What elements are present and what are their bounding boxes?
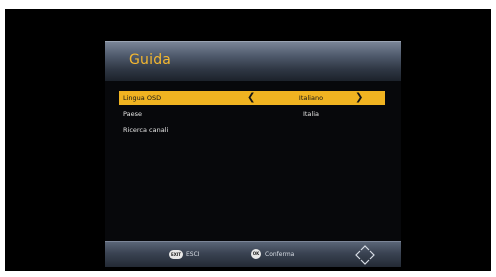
exit-key-icon: EXIT bbox=[169, 250, 183, 259]
menu-item-label: Lingua OSD bbox=[123, 94, 162, 102]
footer-help-bar: EXIT ESCI OK Conferma bbox=[105, 241, 401, 267]
arrow-left-icon[interactable]: ❮ bbox=[247, 91, 255, 105]
menu-item-value: Italia bbox=[302, 110, 320, 118]
exit-label: ESCI bbox=[186, 251, 200, 258]
menu-item-value: Italiano bbox=[298, 94, 324, 102]
page-title: Guida bbox=[129, 52, 172, 68]
header-bar: Guida bbox=[105, 41, 401, 81]
menu-item-label: Paese bbox=[123, 110, 142, 118]
menu-item-label: Ricerca canali bbox=[123, 126, 169, 134]
menu-item-lingua-osd[interactable]: Lingua OSD ❮ Italiano ❯ bbox=[119, 91, 385, 105]
menu-item-ricerca-canali[interactable]: Ricerca canali bbox=[119, 123, 385, 137]
ok-key-icon: OK bbox=[251, 249, 261, 259]
tv-screen: Guida Lingua OSD ❮ Italiano ❯ Paese Ital… bbox=[5, 9, 491, 271]
settings-list: Lingua OSD ❮ Italiano ❯ Paese Italia Ric… bbox=[119, 91, 385, 139]
menu-item-paese[interactable]: Paese Italia bbox=[119, 107, 385, 121]
guide-menu-panel: Guida Lingua OSD ❮ Italiano ❯ Paese Ital… bbox=[105, 41, 401, 267]
navigation-arrows-icon bbox=[355, 245, 375, 265]
confirm-label: Conferma bbox=[265, 251, 295, 258]
arrow-right-icon[interactable]: ❯ bbox=[355, 91, 363, 105]
